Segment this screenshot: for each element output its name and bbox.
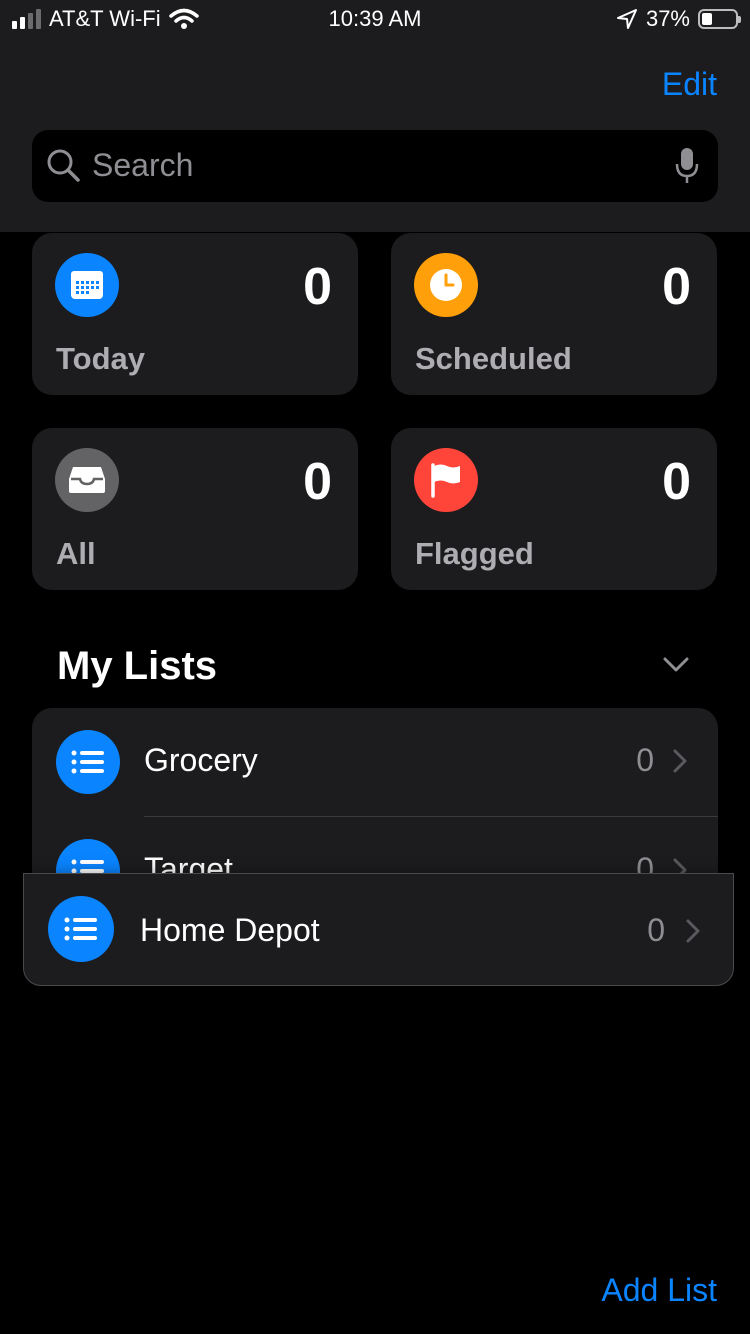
flagged-tile[interactable]: 0 Flagged xyxy=(391,428,717,590)
edit-button[interactable]: Edit xyxy=(662,66,717,103)
today-tile[interactable]: 0 Today xyxy=(32,233,358,395)
list-bullet-icon xyxy=(56,730,120,794)
status-bar: AT&T Wi-Fi 10:39 AM 37% xyxy=(0,0,750,40)
list-row-grocery[interactable]: Grocery 0 xyxy=(32,708,718,816)
microphone-icon[interactable] xyxy=(674,146,700,186)
scheduled-label: Scheduled xyxy=(415,341,572,376)
location-arrow-icon xyxy=(616,9,637,29)
clock-icon xyxy=(414,253,478,317)
scheduled-tile[interactable]: 0 Scheduled xyxy=(391,233,717,395)
my-lists-title: My Lists xyxy=(57,644,218,688)
flagged-count: 0 xyxy=(662,453,691,511)
list-bullet-icon xyxy=(48,896,114,962)
scheduled-count: 0 xyxy=(662,258,691,316)
top-bar: AT&T Wi-Fi 10:39 AM 37% Edit Search xyxy=(0,0,750,232)
battery-icon xyxy=(698,9,741,29)
flag-icon xyxy=(414,448,478,512)
list-name: Home Depot xyxy=(140,912,320,948)
add-list-button[interactable]: Add List xyxy=(601,1272,717,1309)
my-lists-group: Grocery 0 Target 0 xyxy=(32,708,718,874)
calendar-icon xyxy=(55,253,119,317)
today-count: 0 xyxy=(303,258,332,316)
status-right: 37% xyxy=(616,6,741,32)
list-row-home-depot-dragging[interactable]: Home Depot 0 xyxy=(23,873,734,986)
today-label: Today xyxy=(56,341,145,376)
chevron-down-icon[interactable] xyxy=(662,656,690,674)
reminders-screen: AT&T Wi-Fi 10:39 AM 37% Edit Search 0 To… xyxy=(0,0,750,1334)
list-count: 0 xyxy=(636,851,654,874)
list-count: 0 xyxy=(647,912,665,948)
all-tile[interactable]: 0 All xyxy=(32,428,358,590)
search-placeholder: Search xyxy=(92,147,194,183)
flagged-label: Flagged xyxy=(415,536,534,571)
list-count: 0 xyxy=(636,742,654,778)
search-icon xyxy=(47,149,80,182)
tray-icon xyxy=(55,448,119,512)
chevron-right-icon xyxy=(673,749,687,773)
all-label: All xyxy=(56,536,96,571)
list-name: Grocery xyxy=(144,742,258,778)
chevron-right-icon xyxy=(673,858,687,874)
list-bullet-icon xyxy=(56,839,120,874)
battery-percent: 37% xyxy=(645,6,690,31)
list-row-target[interactable]: Target 0 xyxy=(32,817,718,874)
chevron-right-icon xyxy=(686,919,700,943)
list-name: Target xyxy=(144,851,233,874)
search-field[interactable]: Search xyxy=(32,130,718,202)
all-count: 0 xyxy=(303,453,332,511)
